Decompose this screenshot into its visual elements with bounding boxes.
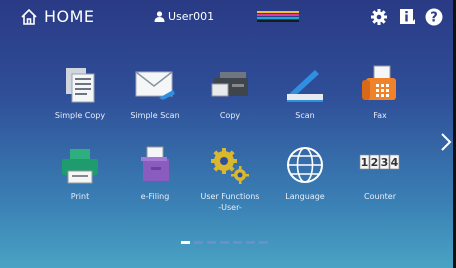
toner-magenta: [257, 14, 299, 16]
help-glyph: ?: [430, 11, 438, 26]
user-name: User001: [168, 10, 215, 23]
page-dot[interactable]: [181, 241, 190, 244]
fax-icon: [362, 65, 396, 100]
scan-icon: [287, 70, 323, 102]
home-icon: [21, 8, 37, 25]
counter-icon: 1 2 3 4: [359, 154, 400, 170]
page-dot[interactable]: [246, 241, 255, 244]
info-icon: [400, 9, 415, 24]
info-button[interactable]: [398, 8, 416, 26]
home-screen: HOME User001 ? Simple Copy Simple Scan C…: [0, 0, 456, 268]
page-dot[interactable]: [233, 241, 242, 244]
help-icon: ?: [425, 8, 443, 26]
app-fax[interactable]: Fax: [335, 64, 425, 134]
user-functions-icon: [211, 148, 249, 184]
print-icon: [62, 149, 98, 184]
app-counter[interactable]: 1 2 3 4 Counter: [335, 145, 425, 215]
page-dot[interactable]: [220, 241, 229, 244]
page-dot[interactable]: [194, 241, 203, 244]
counter-digit: 2: [371, 156, 379, 169]
language-icon: [287, 147, 323, 183]
toner-yellow: [257, 11, 299, 13]
toner-black: [257, 20, 299, 22]
page-indicator: [181, 241, 272, 244]
toner-cyan: [257, 17, 299, 19]
toner-indicator: [257, 11, 299, 22]
page-dot[interactable]: [259, 241, 268, 244]
efiling-icon: [141, 146, 169, 181]
home-button[interactable]: HOME: [20, 7, 95, 26]
gear-icon[interactable]: [370, 8, 388, 26]
copy-icon: [211, 72, 248, 97]
user-icon: [154, 11, 165, 22]
app-label: Fax: [373, 111, 387, 120]
chevron-right-icon[interactable]: [438, 132, 454, 152]
counter-digit: 3: [381, 156, 389, 169]
home-label: HOME: [44, 7, 95, 26]
user-indicator: User001: [154, 10, 214, 23]
counter-digit: 4: [391, 156, 399, 169]
simple-scan-icon: [135, 71, 175, 100]
app-label: Counter: [364, 192, 396, 201]
top-bar: HOME User001 ?: [0, 0, 456, 34]
page-dot[interactable]: [207, 241, 216, 244]
simple-copy-icon: [66, 68, 95, 103]
help-button[interactable]: ?: [425, 8, 443, 26]
counter-digit: 1: [361, 156, 369, 169]
